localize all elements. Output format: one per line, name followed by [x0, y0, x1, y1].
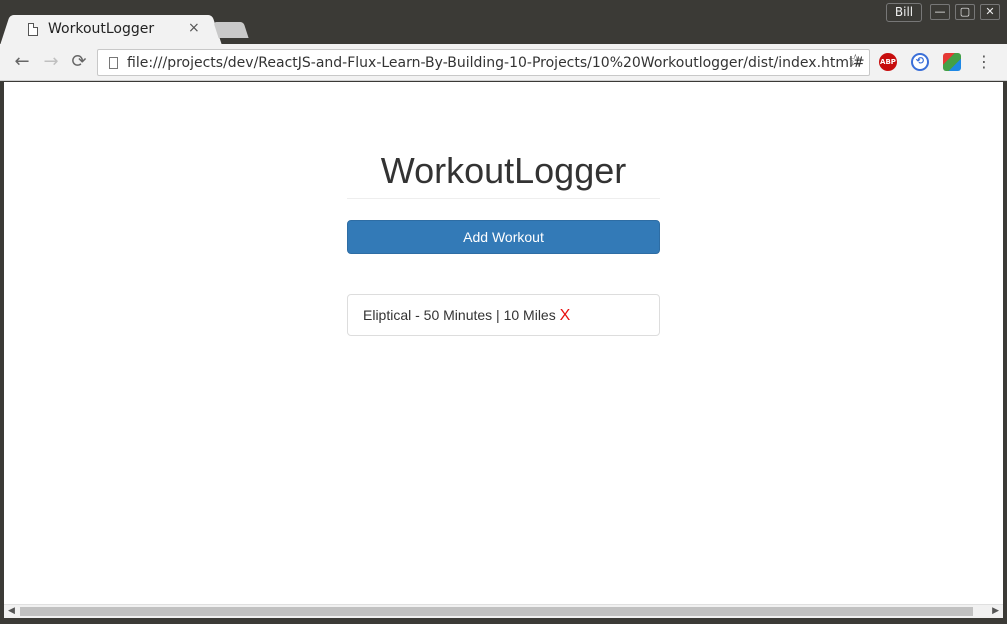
reload-icon[interactable]: ⟳ [68, 51, 90, 73]
title-divider [347, 198, 660, 199]
color-picker-extension-icon[interactable] [943, 53, 961, 71]
browser-toolbar: ← → ⟳ file:///projects/dev/ReactJS-and-F… [0, 44, 1007, 81]
scroll-thumb[interactable] [20, 607, 973, 616]
workout-text: Eliptical - 50 Minutes | 10 Miles [363, 307, 556, 323]
browser-tab[interactable]: WorkoutLogger × [10, 15, 212, 45]
forward-arrow-icon[interactable]: → [40, 51, 62, 73]
add-workout-button[interactable]: Add Workout [347, 220, 660, 254]
list-item: Eliptical - 50 Minutes | 10 Miles X [347, 294, 660, 336]
browser-menu-icon[interactable]: ⋮ [976, 52, 992, 71]
profile-button[interactable]: Bill [886, 3, 922, 22]
address-bar[interactable]: file:///projects/dev/ReactJS-and-Flux-Le… [97, 49, 870, 76]
back-arrow-icon[interactable]: ← [11, 51, 33, 73]
adblock-plus-icon[interactable]: ABP [879, 53, 897, 71]
workout-list: Eliptical - 50 Minutes | 10 Miles X [347, 294, 660, 336]
page-icon [28, 23, 38, 36]
tab-close-icon[interactable]: × [188, 20, 200, 36]
sync-extension-icon[interactable]: ⟲ [911, 53, 929, 71]
maximize-icon[interactable]: ▢ [955, 4, 975, 20]
page-viewport: WorkoutLogger Add Workout Eliptical - 50… [4, 82, 1003, 604]
window-frame-bottom [0, 618, 1007, 624]
bookmark-star-icon[interactable]: ☆ [848, 51, 863, 71]
page-title: WorkoutLogger [380, 150, 627, 191]
delete-workout-button[interactable]: X [560, 307, 571, 324]
horizontal-scrollbar[interactable]: ◀ ▶ [4, 604, 1003, 618]
tab-title: WorkoutLogger [48, 21, 155, 37]
page-icon [109, 57, 118, 69]
minimize-icon[interactable]: — [930, 4, 950, 20]
scroll-left-icon[interactable]: ◀ [8, 606, 15, 616]
title-bar: WorkoutLogger × Bill — ▢ ✕ [0, 0, 1007, 45]
close-window-icon[interactable]: ✕ [980, 4, 1000, 20]
url-text[interactable]: file:///projects/dev/ReactJS-and-Flux-Le… [127, 55, 865, 71]
scroll-right-icon[interactable]: ▶ [992, 606, 999, 616]
new-tab-button[interactable] [213, 22, 249, 38]
